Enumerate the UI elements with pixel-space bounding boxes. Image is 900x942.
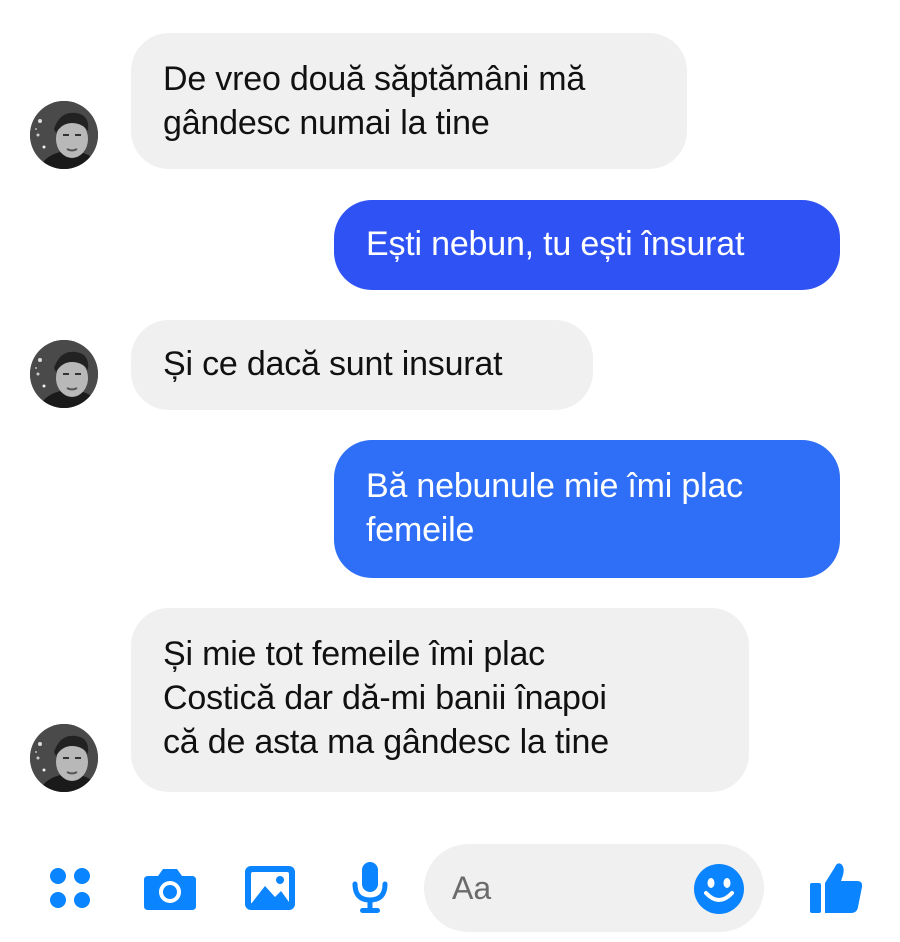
incoming-message-bubble[interactable]: De vreo două săptămâni mă gândesc numai … — [131, 33, 687, 169]
thumbs-up-icon[interactable] — [806, 858, 866, 918]
menu-dots-icon[interactable] — [40, 858, 100, 918]
message-thread: De vreo două săptămâni mă gândesc numai … — [0, 0, 900, 830]
incoming-message-bubble[interactable]: Și mie tot femeile îmi plac Costică dar … — [131, 608, 749, 792]
microphone-icon[interactable] — [340, 858, 400, 918]
contact-avatar[interactable] — [30, 724, 98, 792]
incoming-message-bubble[interactable]: Și ce dacă sunt insurat — [131, 320, 593, 410]
contact-avatar[interactable] — [30, 101, 98, 169]
message-input-placeholder: Aa — [452, 869, 492, 906]
composer-bar: Aa — [0, 838, 900, 938]
image-icon[interactable] — [240, 858, 300, 918]
outgoing-message-bubble[interactable]: Bă nebunule mie îmi plac femeile — [334, 440, 840, 578]
contact-avatar[interactable] — [30, 340, 98, 408]
outgoing-message-bubble[interactable]: Ești nebun, tu ești însurat — [334, 200, 840, 290]
emoji-icon[interactable] — [692, 862, 746, 916]
camera-icon[interactable] — [140, 858, 200, 918]
